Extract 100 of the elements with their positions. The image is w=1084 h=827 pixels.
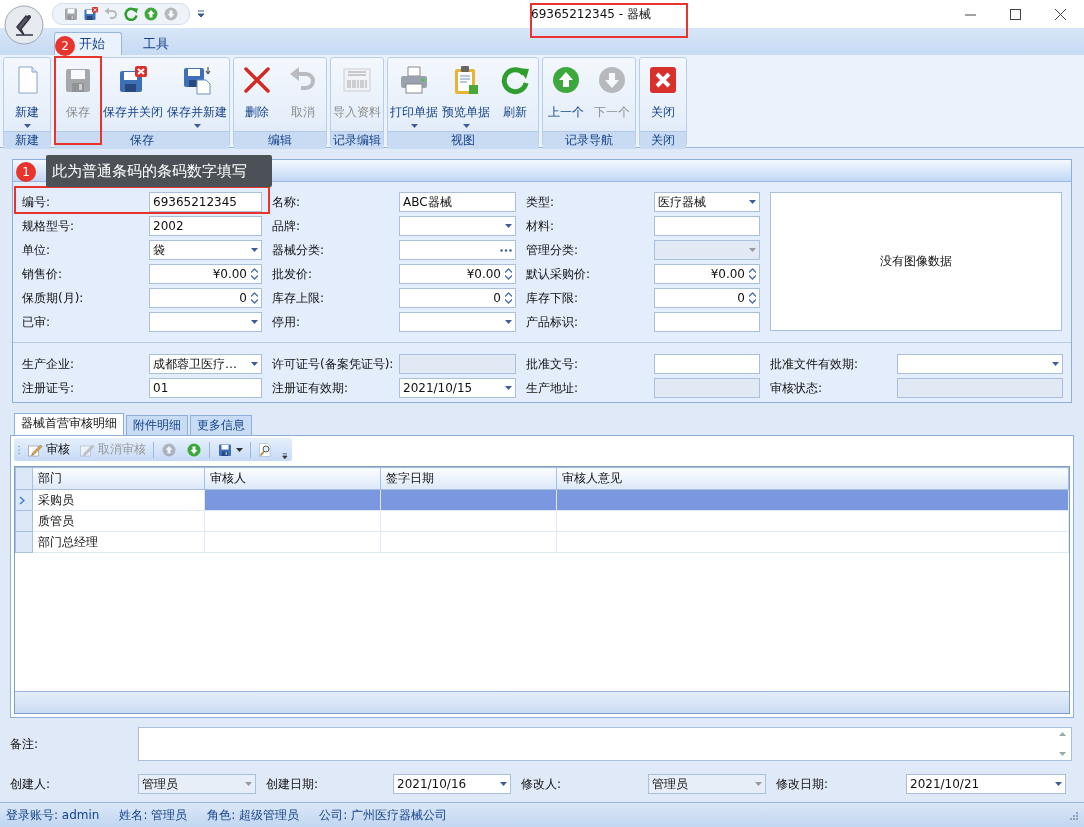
- spin-field[interactable]: 0: [149, 288, 262, 308]
- column-header[interactable]: 审核人意见: [556, 467, 1069, 490]
- dropdown-arrow-icon: [1052, 362, 1059, 366]
- field-label: 修改日期:: [775, 775, 830, 793]
- dropdown-field[interactable]: [149, 312, 262, 332]
- input-field[interactable]: ABC器械: [399, 192, 516, 212]
- table-cell: 部门总经理: [32, 531, 205, 553]
- field-label: 管理分类:: [525, 241, 580, 259]
- field-label: 库存下限:: [525, 289, 580, 307]
- spinner-arrows-icon: [505, 292, 512, 304]
- picker-field[interactable]: [399, 240, 516, 260]
- row-pointer-icon: [19, 495, 25, 505]
- dropdown-field[interactable]: 2021/10/21: [906, 774, 1066, 794]
- field-label: 创建日期:: [265, 775, 320, 793]
- detail-tab[interactable]: 器械首营审核明细: [14, 413, 124, 435]
- overflow-caret-icon: [282, 451, 288, 461]
- dropdown-field[interactable]: [897, 354, 1063, 374]
- spinner-arrows-icon: [749, 292, 756, 304]
- up-arrow-circle-icon: [550, 64, 582, 96]
- dropdown-field[interactable]: 2021/10/15: [399, 378, 516, 398]
- printer-icon: [398, 64, 430, 96]
- field-label: 生产企业:: [22, 355, 76, 373]
- ribbon-button[interactable]: 打印单据: [388, 58, 440, 131]
- ribbon-button[interactable]: 关闭: [640, 58, 686, 131]
- field-label: 品牌:: [271, 217, 302, 235]
- field-label: 已审:: [22, 313, 52, 331]
- column-header[interactable]: 签字日期: [380, 467, 557, 490]
- spin-field[interactable]: 0: [654, 288, 760, 308]
- input-field[interactable]: [654, 312, 760, 332]
- dropdown-arrow-icon: [755, 782, 762, 786]
- field-label: 许可证号(备案凭证号):: [271, 355, 395, 373]
- floppy-disk-cross-icon[interactable]: [83, 6, 99, 22]
- input-field[interactable]: [654, 216, 760, 236]
- field-label: 销售价:: [22, 265, 64, 283]
- ribbon-button[interactable]: 预览单据: [440, 58, 492, 131]
- spin-field[interactable]: ¥0.00: [399, 264, 516, 284]
- ribbon-button[interactable]: 删除: [234, 58, 280, 131]
- detail-tab[interactable]: 附件明细: [126, 415, 188, 435]
- field-label: 名称:: [271, 193, 302, 211]
- spin-field[interactable]: ¥0.00: [654, 264, 760, 284]
- spin-field[interactable]: 0: [399, 288, 516, 308]
- spin-field[interactable]: ¥0.00: [149, 264, 262, 284]
- up-arrow-circle-icon[interactable]: [143, 6, 159, 22]
- input-field[interactable]: [654, 354, 760, 374]
- dropdown-arrow-icon: [500, 782, 507, 786]
- close-icon[interactable]: [1055, 8, 1066, 20]
- dropdown-arrow-icon: [251, 362, 258, 366]
- floppy-disk-page-icon: [181, 64, 213, 96]
- dropdown-arrow-icon: [505, 386, 512, 390]
- field-label: 创建人:: [10, 775, 52, 793]
- dropdown-arrow-icon: [251, 320, 258, 324]
- ribbon-tab[interactable]: 工具: [126, 32, 186, 55]
- group-label: 记录导航: [543, 131, 635, 149]
- dropdown-field[interactable]: 袋: [149, 240, 262, 260]
- field-label: 修改人:: [520, 775, 563, 793]
- table-cell: 采购员: [32, 489, 205, 511]
- dropdown-arrow-icon: [1055, 782, 1062, 786]
- ribbon-button[interactable]: 刷新: [492, 58, 538, 131]
- ribbon-button[interactable]: 保存并关闭: [101, 58, 165, 131]
- status-text: 公司: 广州医疗器械公司: [319, 806, 448, 824]
- ribbon-button[interactable]: 新建: [4, 58, 50, 131]
- dropdown-caret-icon: [235, 447, 243, 452]
- dropdown-field[interactable]: 医疗器械: [654, 192, 760, 212]
- field-label: 类型:: [525, 193, 556, 211]
- status-text: 登录账号: admin: [6, 806, 100, 824]
- toolbar-button[interactable]: 审核: [25, 441, 73, 458]
- field-label: 产品标识:: [525, 313, 580, 331]
- dropdown-arrow-icon: [749, 248, 756, 252]
- spinner-arrows-icon: [749, 268, 756, 280]
- dropdown-field[interactable]: [399, 216, 516, 236]
- field-label: 默认采购价:: [525, 265, 592, 283]
- input-field[interactable]: 2002: [149, 216, 262, 236]
- input-field[interactable]: 69365212345: [149, 192, 262, 212]
- field-label: 规格型号:: [22, 217, 76, 235]
- spinner-arrows-icon: [251, 268, 258, 280]
- column-header[interactable]: 审核人: [204, 467, 381, 490]
- detail-tab[interactable]: 更多信息: [190, 415, 252, 435]
- dropdown-arrow-icon: [251, 248, 258, 252]
- input-field[interactable]: 01: [149, 378, 262, 398]
- maximize-icon[interactable]: [1010, 8, 1021, 20]
- field-label: 审核状态:: [769, 379, 824, 397]
- field-label: 编号:: [22, 193, 52, 211]
- ribbon-button[interactable]: 上一个: [543, 58, 589, 131]
- dropdown-arrow-icon: [245, 782, 252, 786]
- field-label: 材料:: [525, 217, 556, 235]
- group-label: 保存: [55, 131, 229, 149]
- group-label: 记录编辑: [331, 131, 383, 149]
- dropdown-field[interactable]: 2021/10/16: [393, 774, 511, 794]
- memo-field[interactable]: [138, 727, 1072, 761]
- ellipsis-icon: [500, 248, 512, 252]
- magnifier-page-icon: [257, 441, 274, 458]
- dropdown-field[interactable]: 成都蓉卫医疗…: [149, 354, 262, 374]
- status-text: 姓名: 管理员: [119, 806, 188, 824]
- field-label: 注册证有效期:: [271, 379, 350, 397]
- dropdown-field[interactable]: [399, 312, 516, 332]
- column-header[interactable]: 部门: [32, 467, 205, 490]
- field-label: 批准文号:: [525, 355, 580, 373]
- refresh-icon[interactable]: [123, 6, 139, 22]
- field-label: 批发价:: [271, 265, 314, 283]
- ribbon-button[interactable]: 保存并新建: [165, 58, 229, 131]
